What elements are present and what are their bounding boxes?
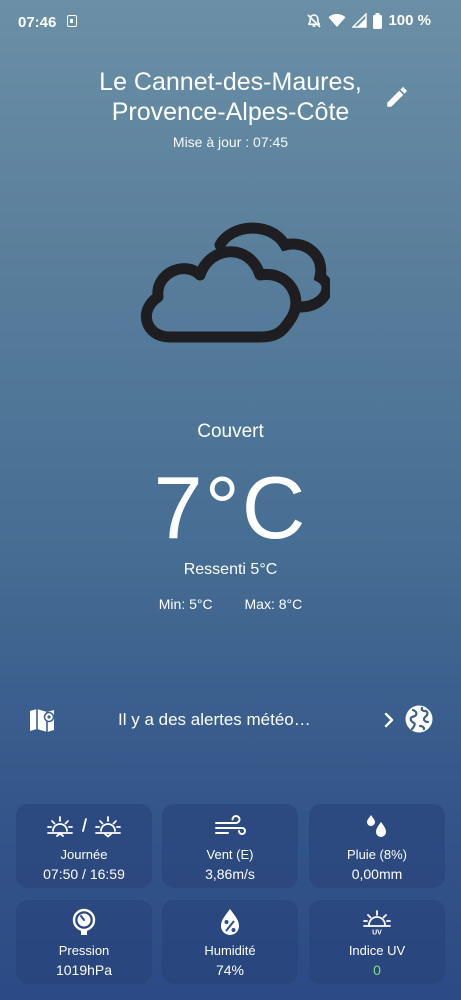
edit-location-icon[interactable] <box>384 84 410 110</box>
globe-icon[interactable] <box>404 704 434 734</box>
current-temperature: 7°C <box>153 458 308 557</box>
humidity-label: Humidité <box>204 943 256 958</box>
cell-signal-icon <box>352 13 368 28</box>
map-icon[interactable] <box>27 705 57 735</box>
status-time: 07:46 <box>18 14 57 31</box>
humidity-icon <box>221 909 239 935</box>
status-icons: 100 % <box>306 12 431 29</box>
rain-label: Pluie (8%) <box>347 847 407 862</box>
wind-icon <box>215 815 246 835</box>
humidity-value: 74% <box>215 962 245 978</box>
battery-level: 100 % <box>388 12 431 29</box>
pressure-value: 1019hPa <box>55 962 113 978</box>
weather-alert-row[interactable]: Il y a des alertes météo… <box>0 700 461 740</box>
status-bar: 07:46 100 % <box>0 0 461 46</box>
wind-value: 3,86m/s <box>205 866 255 882</box>
bell-off-icon <box>307 13 322 28</box>
pressure-label: Pression <box>58 943 110 958</box>
sim-card-icon <box>67 15 77 27</box>
wifi-icon <box>328 14 346 27</box>
chevron-right-icon[interactable] <box>383 710 397 730</box>
min-max-temperature: Min: 5°C Max: 8°C <box>0 596 461 612</box>
uv-index-icon: UV <box>363 910 391 936</box>
last-updated: Mise à jour : 07:45 <box>172 134 289 150</box>
daytime-label: Journée <box>60 847 108 862</box>
rain-card: Pluie (8%) 0,00mm <box>309 804 445 888</box>
wind-card: Vent (E) 3,86m/s <box>162 804 298 888</box>
max-temperature: Max: 8°C <box>244 596 303 612</box>
rain-drops-icon <box>367 815 386 837</box>
rain-value: 0,00mm <box>351 866 403 882</box>
pressure-card: Pression 1019hPa <box>16 900 152 984</box>
feels-like: Ressenti 5°C <box>183 561 278 578</box>
gauge-icon <box>72 908 96 935</box>
min-temperature: Min: 5°C <box>158 596 213 612</box>
weather-alert-text[interactable]: Il y a des alertes météo… <box>118 710 311 730</box>
battery-icon <box>373 12 383 29</box>
uv-index-label: Indice UV <box>348 943 406 958</box>
humidity-card: Humidité 74% <box>162 900 298 984</box>
svg-text:UV: UV <box>372 930 382 936</box>
cloudy-icon <box>141 222 330 343</box>
uv-index-card: UV Indice UV 0 <box>309 900 445 984</box>
daytime-value: 07:50 / 16:59 <box>43 866 125 882</box>
weather-condition: Couvert <box>197 421 264 442</box>
uv-index-value: 0 <box>373 962 381 978</box>
wind-label: Vent (E) <box>206 847 254 862</box>
sunrise-sunset-icon <box>47 816 121 838</box>
daytime-card: Journée 07:50 / 16:59 <box>16 804 152 888</box>
